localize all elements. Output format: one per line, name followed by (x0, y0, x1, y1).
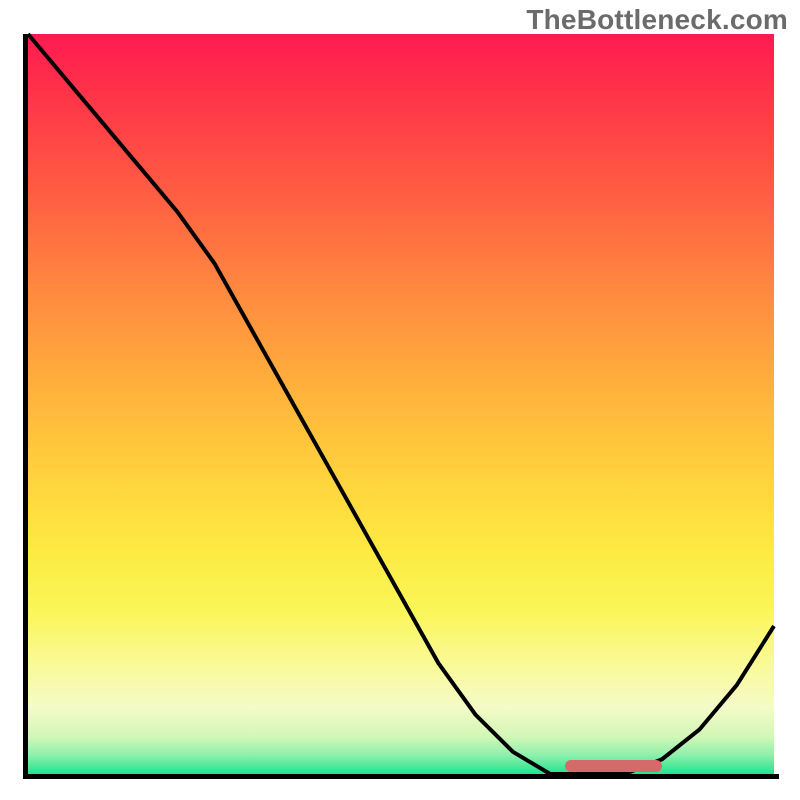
chart-stage: TheBottleneck.com (0, 0, 800, 800)
watermark-text: TheBottleneck.com (526, 4, 788, 36)
curve-path (28, 34, 774, 774)
x-axis (23, 774, 779, 779)
optimal-range-marker (565, 760, 662, 772)
bottleneck-curve (28, 34, 774, 774)
